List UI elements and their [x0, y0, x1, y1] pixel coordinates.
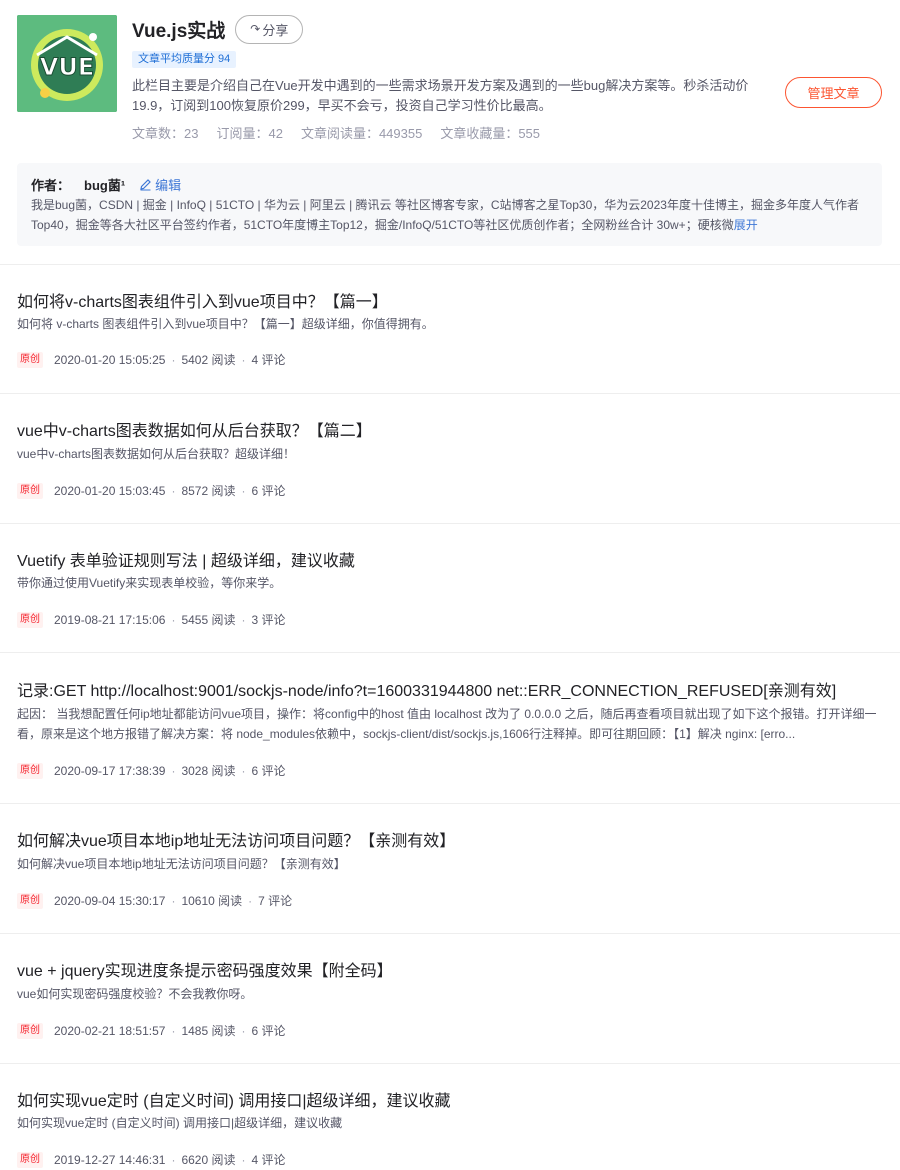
- article-reads: 5402 阅读: [181, 353, 236, 367]
- article-date: 2019-08-21 17:15:06: [54, 612, 166, 627]
- share-icon: ↷: [250, 22, 261, 36]
- article-title[interactable]: 如何将v-charts图表组件引入到vue项目中？【篇一】: [17, 288, 388, 312]
- article-comments[interactable]: 4 评论: [251, 1151, 285, 1168]
- article-meta: 原创 2020-01-20 15:03:45 · 8572 阅读 · 6 评论: [17, 482, 285, 499]
- article-title[interactable]: vue + jquery实现进度条提示密码强度效果【附全码】: [17, 957, 393, 981]
- article-comments[interactable]: 3 评论: [251, 611, 285, 628]
- article-reads: 1485 阅读: [181, 1024, 236, 1038]
- article-summary: 如何将 v-charts 图表组件引入到vue项目中？【篇一】超级详细，你值得拥…: [17, 317, 434, 331]
- article-item[interactable]: 如何解决vue项目本地ip地址无法访问项目问题？【亲测有效】 如何解决vue项目…: [0, 805, 900, 934]
- expand-bio-link[interactable]: 展开: [734, 218, 758, 232]
- article-summary: 起因： 当我想配置任何ip地址都能访问vue项目，操作：将config中的hos…: [17, 707, 877, 741]
- article-comments[interactable]: 4 评论: [251, 351, 285, 368]
- author-bio: 我是bug菌，CSDN | 掘金 | InfoQ | 51CTO | 华为云 |…: [31, 195, 876, 235]
- column-header: VUE Vue.js实战 ↷ 分享 文章平均质量分 94 此栏目主要是介绍自己在…: [0, 0, 900, 160]
- article-date: 2020-09-17 17:38:39: [54, 763, 166, 778]
- article-date: 2020-09-04 15:30:17: [54, 893, 166, 908]
- column-title-row: Vue.js实战 ↷ 分享: [132, 14, 304, 44]
- pencil-icon: [140, 179, 152, 191]
- edit-author-link[interactable]: 编辑: [139, 175, 181, 194]
- original-tag: 原创: [17, 482, 43, 499]
- author-label: 作者：: [31, 178, 71, 193]
- article-comments[interactable]: 6 评论: [251, 482, 285, 499]
- article-meta: 原创 2020-01-20 15:05:25 · 5402 阅读 · 4 评论: [17, 351, 285, 368]
- meta-separator: ·: [171, 763, 176, 778]
- article-item[interactable]: 如何将v-charts图表组件引入到vue项目中？【篇一】 如何将 v-char…: [0, 265, 900, 394]
- original-tag: 原创: [17, 1022, 43, 1039]
- article-title[interactable]: vue中v-charts图表数据如何从后台获取？【篇二】: [17, 417, 372, 441]
- meta-separator: ·: [171, 1023, 176, 1038]
- article-item[interactable]: vue + jquery实现进度条提示密码强度效果【附全码】 vue如何实现密码…: [0, 935, 900, 1064]
- meta-separator: ·: [241, 352, 246, 367]
- article-date: 2020-01-20 15:05:25: [54, 352, 166, 367]
- stat-read-count: 文章阅读量：449355: [300, 126, 423, 141]
- meta-separator: ·: [241, 1152, 246, 1167]
- author-info-box: 作者： bug菌¹ 编辑 我是bug菌，CSDN | 掘金 | InfoQ | …: [17, 163, 882, 246]
- article-summary: 如何实现vue定时 (自定义时间) 调用接口|超级详细，建议收藏: [17, 1116, 343, 1130]
- meta-separator: ·: [171, 893, 176, 908]
- meta-separator: ·: [241, 612, 246, 627]
- meta-separator: ·: [171, 612, 176, 627]
- article-item[interactable]: 如何实现vue定时 (自定义时间) 调用接口|超级详细，建议收藏 如何实现vue…: [0, 1065, 900, 1170]
- stat-favorites: 文章收藏量：555: [440, 126, 541, 141]
- article-meta: 原创 2019-12-27 14:46:31 · 6620 阅读 · 4 评论: [17, 1151, 285, 1168]
- article-reads: 10610 阅读: [181, 894, 243, 908]
- original-tag: 原创: [17, 892, 43, 909]
- manage-articles-button[interactable]: 管理文章: [785, 77, 882, 108]
- meta-separator: ·: [248, 893, 253, 908]
- original-tag: 原创: [17, 762, 43, 779]
- article-summary: 如何解决vue项目本地ip地址无法访问项目问题？【亲测有效】: [17, 857, 346, 871]
- article-meta: 原创 2020-02-21 18:51:57 · 1485 阅读 · 6 评论: [17, 1022, 285, 1039]
- meta-separator: ·: [241, 483, 246, 498]
- article-comments[interactable]: 6 评论: [251, 762, 285, 779]
- article-summary: 带你通过使用Vuetify来实现表单校验，等你来学。: [17, 576, 282, 590]
- column-title: Vue.js实战: [132, 20, 226, 42]
- article-item[interactable]: Vuetify 表单验证规则写法 | 超级详细，建议收藏 带你通过使用Vueti…: [0, 525, 900, 653]
- article-summary: vue如何实现密码强度校验？不会我教你呀。: [17, 987, 253, 1001]
- article-item[interactable]: 记录:GET http://localhost:9001/sockjs-node…: [0, 654, 900, 804]
- article-date: 2020-02-21 18:51:57: [54, 1023, 166, 1038]
- author-row: 作者： bug菌¹ 编辑: [31, 175, 181, 194]
- meta-separator: ·: [171, 483, 176, 498]
- article-summary: vue中v-charts图表数据如何从后台获取？超级详细！: [17, 447, 296, 461]
- article-meta: 原创 2020-09-17 17:38:39 · 3028 阅读 · 6 评论: [17, 762, 285, 779]
- article-meta: 原创 2019-08-21 17:15:06 · 5455 阅读 · 3 评论: [17, 611, 285, 628]
- column-cover-image[interactable]: VUE: [17, 15, 117, 112]
- original-tag: 原创: [17, 1151, 43, 1168]
- article-title[interactable]: Vuetify 表单验证规则写法 | 超级详细，建议收藏: [17, 547, 355, 571]
- article-meta: 原创 2020-09-04 15:30:17 · 10610 阅读 · 7 评论: [17, 892, 292, 909]
- column-stats: 文章数：23 订阅量：42 文章阅读量：449355 文章收藏量：555: [132, 123, 558, 142]
- article-title[interactable]: 如何实现vue定时 (自定义时间) 调用接口|超级详细，建议收藏: [17, 1087, 451, 1111]
- article-reads: 3028 阅读: [181, 764, 236, 778]
- original-tag: 原创: [17, 351, 43, 368]
- share-label: 分享: [262, 22, 289, 38]
- quality-score-badge: 文章平均质量分 94: [132, 51, 237, 68]
- meta-separator: ·: [171, 1152, 176, 1167]
- share-button[interactable]: ↷ 分享: [235, 14, 304, 44]
- article-title[interactable]: 如何解决vue项目本地ip地址无法访问项目问题？【亲测有效】: [17, 827, 455, 851]
- article-title[interactable]: 记录:GET http://localhost:9001/sockjs-node…: [17, 677, 836, 701]
- article-item[interactable]: vue中v-charts图表数据如何从后台获取？【篇二】 vue中v-chart…: [0, 395, 900, 524]
- cover-text: VUE: [40, 53, 94, 81]
- original-tag: 原创: [17, 611, 43, 628]
- edit-label: 编辑: [155, 178, 182, 193]
- article-comments[interactable]: 6 评论: [251, 1022, 285, 1039]
- column-description: 此栏目主要是介绍自己在Vue开发中遇到的一些需求场景开发方案及遇到的一些bug解…: [132, 78, 749, 113]
- article-date: 2019-12-27 14:46:31: [54, 1152, 166, 1167]
- article-comments[interactable]: 7 评论: [258, 892, 292, 909]
- stat-subscriptions: 订阅量：42: [216, 126, 283, 141]
- author-name[interactable]: bug菌¹: [84, 175, 125, 194]
- meta-separator: ·: [241, 763, 246, 778]
- stat-article-count: 文章数：23: [132, 126, 199, 141]
- article-reads: 6620 阅读: [181, 1153, 236, 1167]
- article-reads: 8572 阅读: [181, 484, 236, 498]
- meta-separator: ·: [241, 1023, 246, 1038]
- article-reads: 5455 阅读: [181, 613, 236, 627]
- article-date: 2020-01-20 15:03:45: [54, 483, 166, 498]
- meta-separator: ·: [171, 352, 176, 367]
